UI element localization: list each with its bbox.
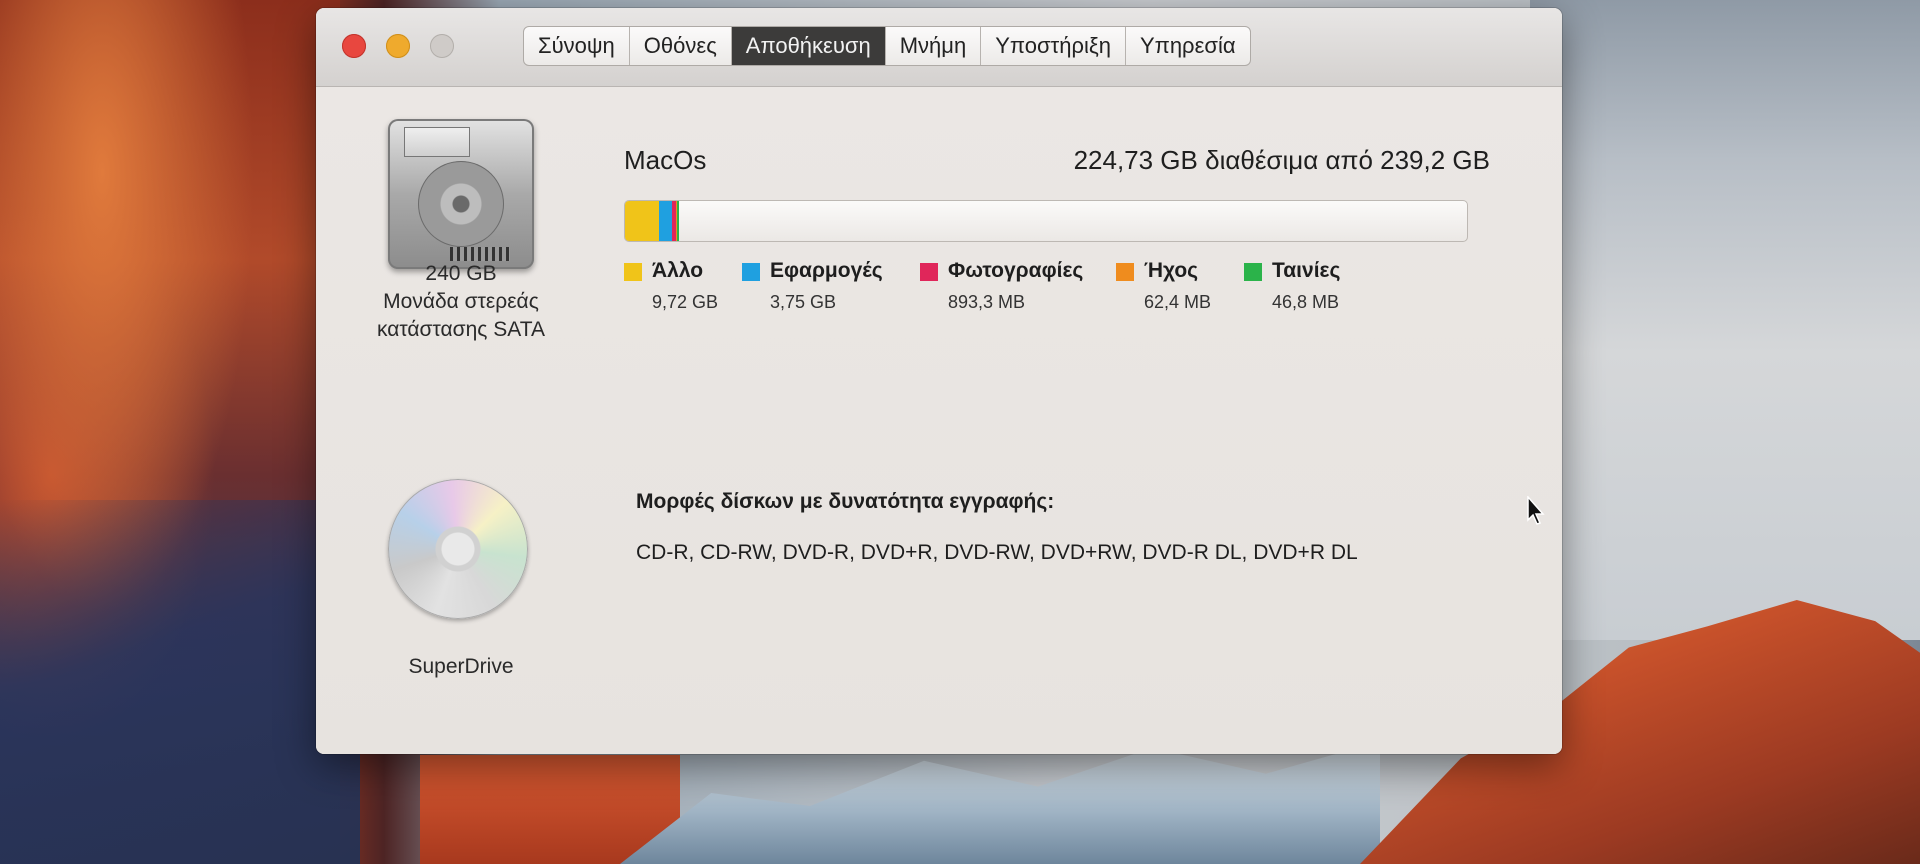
tab-bar: Σύνοψη Οθόνες Αποθήκευση Μνήμη Υποστήριξ… [523,26,1251,66]
storage-pane: 240 GB Μονάδα στερεάς κατάστασης SATA Ma… [316,87,1562,754]
legend-label-other: Άλλο [652,259,704,282]
tab-displays[interactable]: Οθόνες [630,27,732,65]
desktop-wallpaper-sky [1530,0,1920,640]
legend-swatch-other [624,263,642,281]
disk-type-line2: κατάστασης SATA [377,318,545,341]
legend-label-movies: Ταινίες [1272,259,1341,282]
close-button[interactable] [342,34,366,58]
storage-usage-bar[interactable] [624,200,1468,242]
tab-service[interactable]: Υπηρεσία [1126,27,1250,65]
legend-swatch-apps [742,263,760,281]
legend-swatch-photos [920,263,938,281]
legend-label-photos: Φωτογραφίες [948,259,1084,282]
legend-swatch-movies [1244,263,1262,281]
writable-formats-heading: Μορφές δίσκων με δυνατότητα εγγραφής: [636,490,1055,513]
optical-disc-icon [388,479,528,619]
minimize-button[interactable] [386,34,410,58]
legend-size-audio: 62,4 MB [1144,292,1212,312]
disk-capacity: 240 GB [425,262,497,285]
about-this-mac-window: Σύνοψη Οθόνες Αποθήκευση Μνήμη Υποστήριξ… [316,8,1562,754]
legend-size-apps: 3,75 GB [770,292,837,312]
volume-name: MacOs [624,145,707,175]
desktop-wallpaper-snow [620,741,1380,864]
tab-support[interactable]: Υποστήριξη [981,27,1126,65]
mouse-pointer-icon [1527,496,1545,525]
usage-segment-movies [677,201,679,241]
legend-size-movies: 46,8 MB [1272,292,1340,312]
usage-segment-other [625,201,660,241]
writable-formats-list: CD-R, CD-RW, DVD-R, DVD+R, DVD-RW, DVD+R… [636,541,1358,564]
zoom-button[interactable] [430,34,454,58]
volume-free-space: 224,73 GB διαθέσιμα από 239,2 GB [1073,145,1490,175]
tab-memory[interactable]: Μνήμη [886,27,982,65]
desktop-wallpaper-rock [420,755,680,864]
tab-overview[interactable]: Σύνοψη [524,27,630,65]
titlebar: Σύνοψη Οθόνες Αποθήκευση Μνήμη Υποστήριξ… [316,8,1562,87]
legend-size-photos: 893,3 MB [948,292,1026,312]
optical-drive-name: SuperDrive [408,655,514,678]
desktop-wallpaper-shadow [0,500,360,864]
hard-drive-icon [388,119,534,269]
legend-swatch-audio [1116,263,1134,281]
disk-type-line1: Μονάδα στερεάς [383,290,539,313]
usage-segment-apps [659,201,673,241]
legend-label-audio: Ήχος [1144,259,1199,282]
legend-size-other: 9,72 GB [652,292,719,312]
legend-label-apps: Εφαρμογές [770,259,883,282]
tab-storage[interactable]: Αποθήκευση [731,27,886,65]
